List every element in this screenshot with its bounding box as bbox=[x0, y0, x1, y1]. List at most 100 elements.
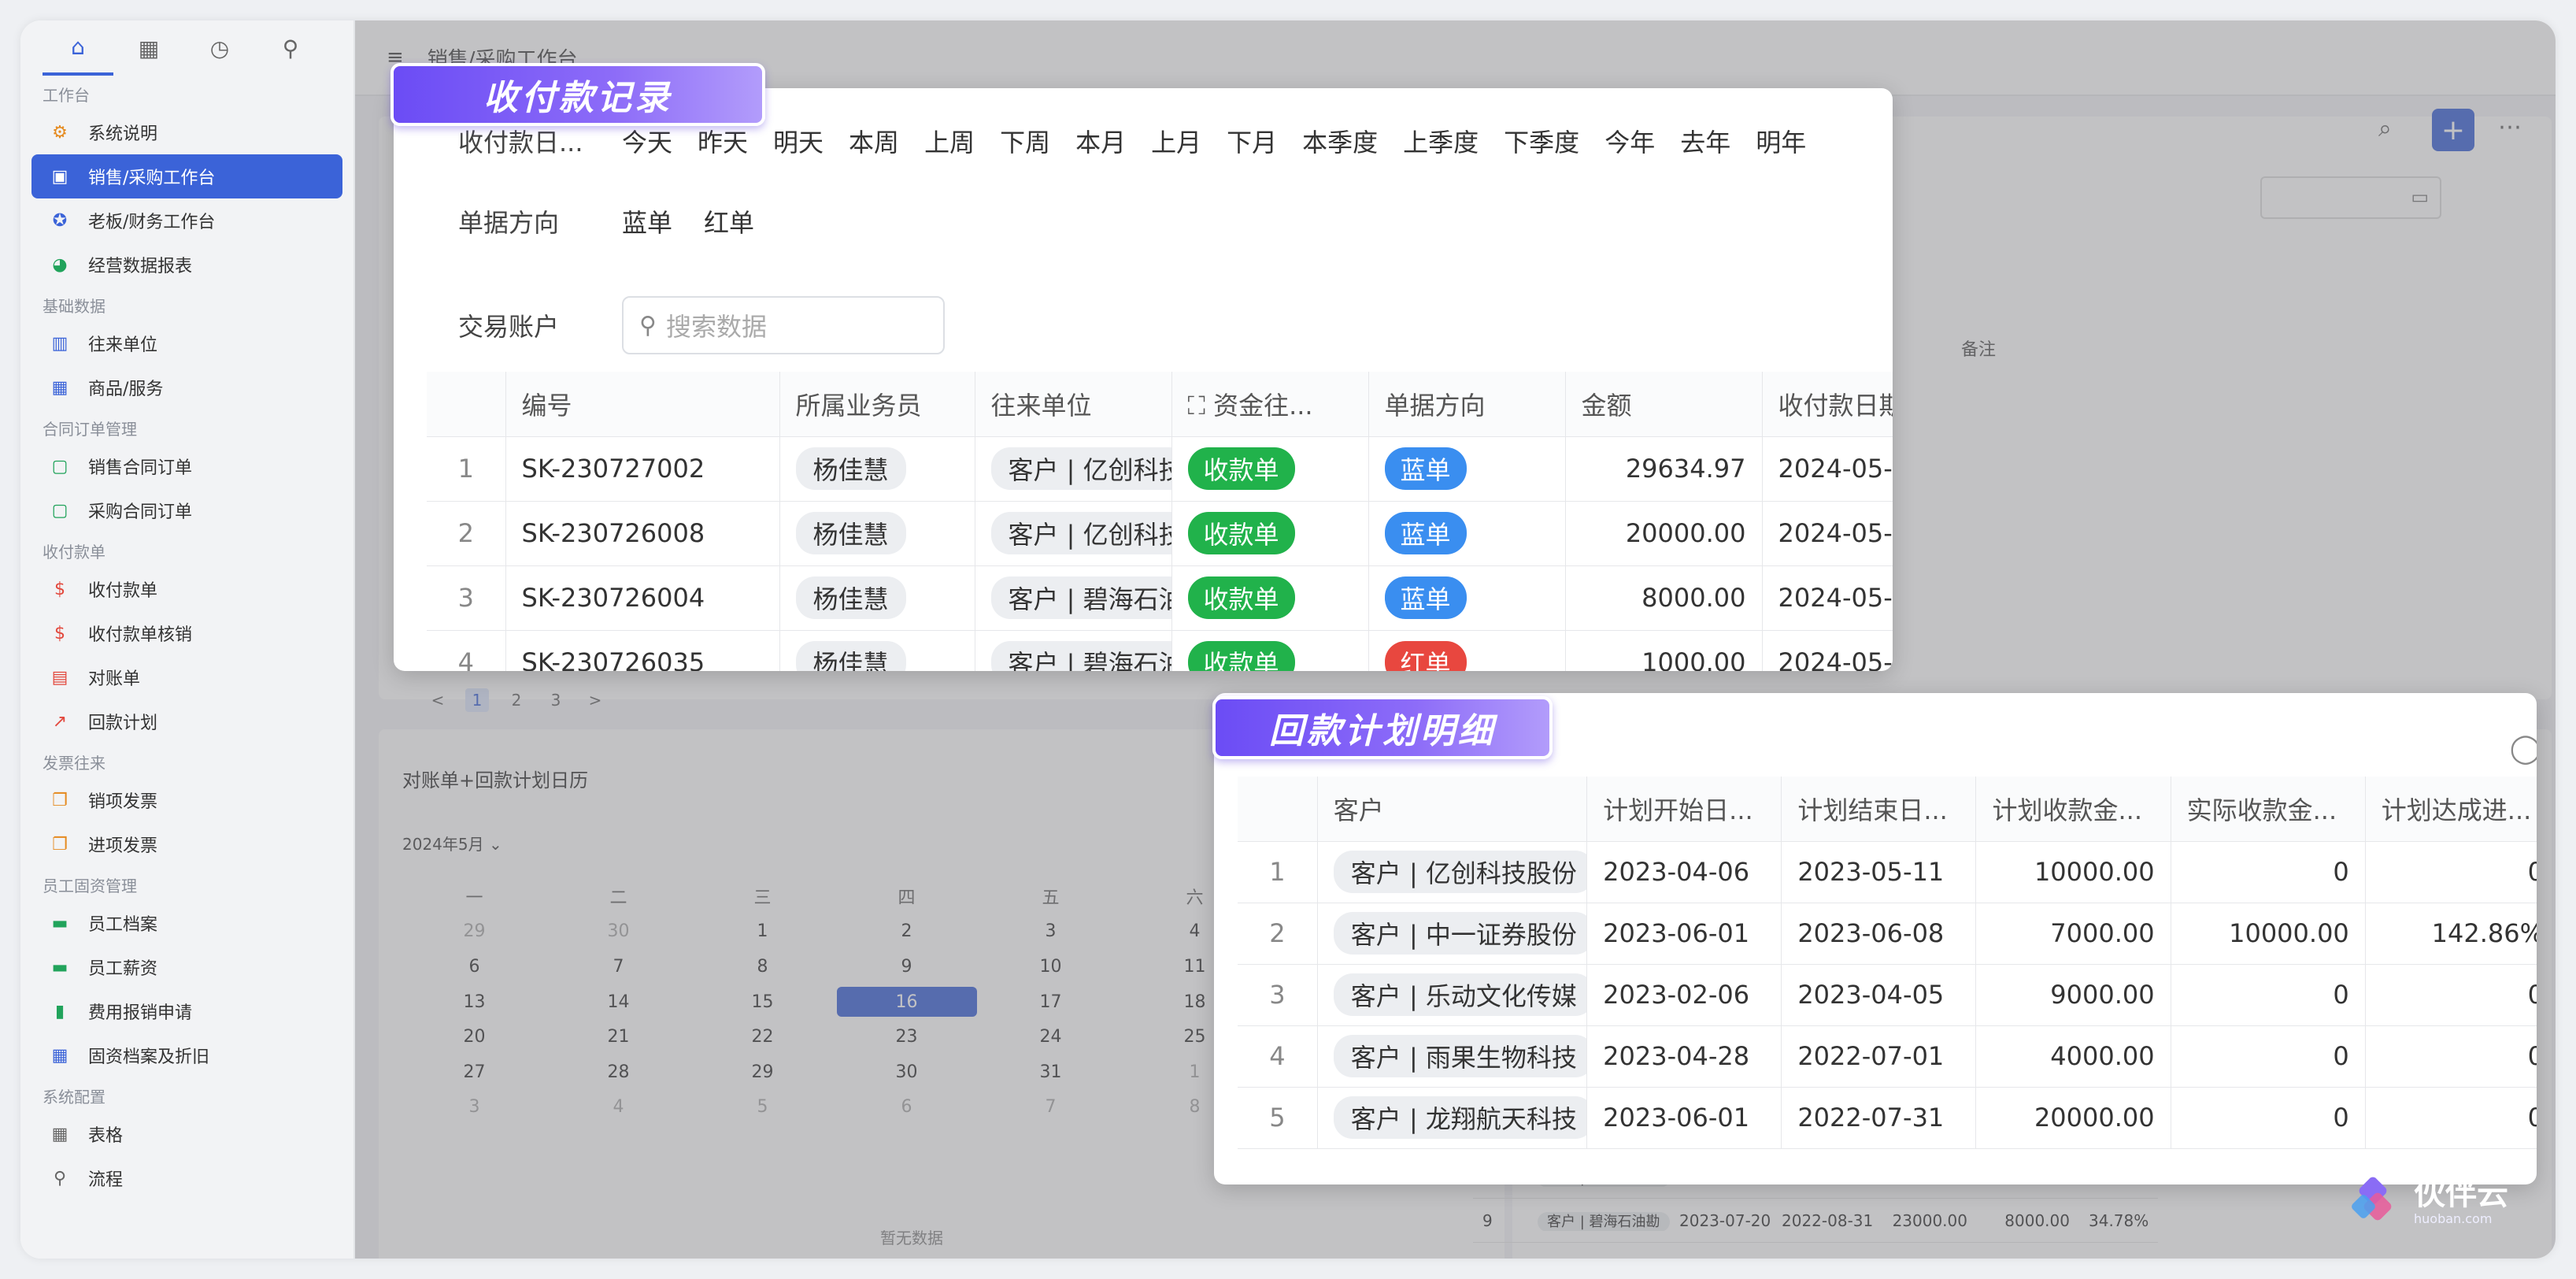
sidebar-item[interactable]: ✪ 老板/财务工作台 bbox=[20, 198, 353, 243]
table-cell: 20000.00 bbox=[1975, 1087, 2171, 1149]
column-header[interactable] bbox=[1238, 777, 1318, 842]
table-cell: 2024-05-16 bbox=[1762, 436, 1893, 502]
table-cell: 客户 | 碧海石油 bbox=[975, 565, 1172, 631]
table-row[interactable]: 2 SK-230726008 杨佳慧 客户 | 亿创科技 收款单 蓝单 20000.00 20… bbox=[427, 501, 1893, 566]
column-header[interactable] bbox=[427, 372, 506, 437]
flow-icon[interactable]: ⚲ bbox=[255, 20, 326, 76]
table-row[interactable]: 1 SK-230727002 杨佳慧 客户 | 亿创科技 收款单 蓝单 29634.97 20… bbox=[427, 436, 1893, 502]
sidebar-item[interactable]: ▣ 销售/采购工作台 bbox=[31, 154, 342, 198]
sidebar-item[interactable]: ▮ 费用报销申请 bbox=[20, 989, 353, 1033]
plan-table: 客户 计划开始日... 计划结束日... 计划收款金... 实际收款金... 计划达成进.… bbox=[1238, 777, 2537, 1149]
column-header[interactable]: 计划开始日... bbox=[1586, 777, 1782, 842]
sidebar-tabs: ⌂ ▦ ◷ ⚲ bbox=[20, 20, 353, 76]
clock-icon[interactable]: ◷ bbox=[184, 20, 255, 76]
sidebar-item[interactable]: $ 收付款单 bbox=[20, 567, 353, 611]
column-header[interactable]: 客户 bbox=[1317, 777, 1588, 842]
sidebar-item[interactable]: ▦ 商品/服务 bbox=[20, 365, 353, 410]
sidebar-item[interactable]: ▤ 对账单 bbox=[20, 655, 353, 699]
table-row[interactable]: 5 客户 | 龙翔航天科技 2023-06-01 2022-07-31 20000.00… bbox=[1238, 1087, 2537, 1149]
sidebar-item[interactable]: $ 收付款单核销 bbox=[20, 611, 353, 655]
grid-icon[interactable]: ▦ bbox=[113, 20, 184, 76]
cell-value: 杨佳慧 bbox=[795, 447, 906, 490]
date-option[interactable]: 今天 bbox=[622, 128, 672, 158]
sidebar-item[interactable]: ❐ 进项发票 bbox=[20, 822, 353, 866]
table-row[interactable]: 2 客户 | 中一证券股份 2023-06-01 2023-06-08 7000.00 1… bbox=[1238, 903, 2537, 965]
sidebar-item[interactable]: ▦ 固资档案及折旧 bbox=[20, 1033, 353, 1077]
column-header[interactable]: 往来单位 bbox=[975, 372, 1172, 437]
column-header-label: 收付款日期 bbox=[1778, 390, 1893, 421]
column-header[interactable]: 金额 bbox=[1565, 372, 1763, 437]
cell-value: 1 bbox=[1269, 857, 1286, 887]
date-option[interactable]: 本月 bbox=[1075, 128, 1126, 158]
sidebar-item[interactable]: ▬ 员工档案 bbox=[20, 901, 353, 945]
column-header[interactable]: 计划收款金... bbox=[1975, 777, 2171, 842]
table-cell: 4 bbox=[1238, 1025, 1318, 1088]
app-frame: ⌂ ▦ ◷ ⚲ 工作台 ⚙ 系统说明 ▣ 销售/采购工作台 ✪ 老板/财务工作台 ◕ 经营数据报… bbox=[20, 20, 2556, 1259]
column-header[interactable]: 单据方向 bbox=[1368, 372, 1566, 437]
sidebar-item[interactable]: ↗ 回款计划 bbox=[20, 699, 353, 743]
cell-value: 1000.00 bbox=[1641, 647, 1746, 671]
date-option[interactable]: 今年 bbox=[1604, 128, 1655, 158]
date-option[interactable]: 下季度 bbox=[1504, 128, 1579, 158]
date-option[interactable]: 下周 bbox=[1000, 128, 1050, 158]
calendar-icon: ▤ bbox=[51, 667, 68, 688]
sidebar-group-title: 基础数据 bbox=[43, 297, 105, 316]
search-icon[interactable]: ◯ bbox=[2510, 732, 2537, 765]
table-cell: 收款单 bbox=[1171, 630, 1369, 671]
sidebar-item[interactable]: ▢ 销售合同订单 bbox=[20, 444, 353, 488]
sidebar-item-label: 老板/财务工作台 bbox=[88, 213, 216, 232]
cell-value: 2023-04-05 bbox=[1797, 980, 1945, 1010]
table-icon: ▦ bbox=[51, 1124, 68, 1144]
date-option[interactable]: 本周 bbox=[849, 128, 899, 158]
sidebar-item[interactable]: ⚙ 系统说明 bbox=[20, 110, 353, 154]
sidebar-item-label: 销项发票 bbox=[88, 792, 158, 812]
table-cell: 0 bbox=[2365, 1025, 2537, 1088]
table-cell: 客户 | 亿创科技股份 bbox=[1317, 841, 1588, 903]
sidebar-item[interactable]: ▦ 表格 bbox=[20, 1112, 353, 1156]
column-header[interactable]: 实际收款金... bbox=[2171, 777, 2366, 842]
date-option[interactable]: 上月 bbox=[1151, 128, 1201, 158]
id-card-icon: ▬ bbox=[51, 913, 68, 933]
date-option[interactable]: 明天 bbox=[773, 128, 824, 158]
table-row[interactable]: 4 SK-230726035 杨佳慧 客户 | 碧海石油 收款单 红单 1000.00 202… bbox=[427, 630, 1893, 671]
sidebar-item[interactable]: ⚲ 流程 bbox=[20, 1156, 353, 1200]
date-option[interactable]: 上周 bbox=[924, 128, 975, 158]
sidebar-item[interactable]: ▢ 采购合同订单 bbox=[20, 488, 353, 532]
option-red[interactable]: 红单 bbox=[704, 203, 754, 239]
column-header[interactable]: 收付款日期 bbox=[1762, 372, 1893, 437]
table-cell: 5 bbox=[1238, 1087, 1318, 1149]
table-cell: 4 bbox=[427, 630, 506, 671]
sidebar-item[interactable]: ▬ 员工薪资 bbox=[20, 945, 353, 989]
cell-value: 0 bbox=[2333, 857, 2349, 887]
table-cell: 1000.00 bbox=[1565, 630, 1763, 671]
date-option[interactable]: 下月 bbox=[1227, 128, 1277, 158]
column-header[interactable]: 编号 bbox=[505, 372, 780, 437]
type-badge: 收款单 bbox=[1187, 641, 1295, 671]
cell-value: 杨佳慧 bbox=[795, 576, 906, 619]
table-row[interactable]: 3 SK-230726004 杨佳慧 客户 | 碧海石油 收款单 蓝单 8000.00 202… bbox=[427, 565, 1893, 631]
direction-filter-label: 单据方向 bbox=[458, 208, 560, 238]
table-row[interactable]: 4 客户 | 雨果生物科技 2023-04-28 2022-07-01 4000.00 0… bbox=[1238, 1025, 2537, 1088]
date-option[interactable]: 去年 bbox=[1680, 128, 1730, 158]
table-row[interactable]: 1 客户 | 亿创科技股份 2023-04-06 2023-05-11 10000.00… bbox=[1238, 841, 2537, 903]
table-row[interactable]: 3 客户 | 乐动文化传媒 2023-02-06 2023-04-05 9000.00 0… bbox=[1238, 964, 2537, 1026]
column-header-label: 所属业务员 bbox=[795, 390, 922, 421]
date-option[interactable]: 明年 bbox=[1756, 128, 1806, 158]
column-header[interactable]: ⛶ 资金往... bbox=[1171, 372, 1369, 437]
column-header-label: 金额 bbox=[1581, 390, 1632, 421]
cell-value: 2023-06-01 bbox=[1603, 918, 1750, 948]
cell-value: 2024-05-16 bbox=[1778, 454, 1893, 484]
sidebar-item[interactable]: ◕ 经营数据报表 bbox=[20, 243, 353, 287]
option-blue[interactable]: 蓝单 bbox=[622, 203, 672, 239]
search-input[interactable]: ⚲ 搜索数据 bbox=[622, 296, 945, 354]
column-header[interactable]: 计划结束日... bbox=[1781, 777, 1977, 842]
column-header[interactable]: 计划达成进... bbox=[2365, 777, 2537, 842]
home-icon[interactable]: ⌂ bbox=[43, 20, 113, 76]
sidebar-item[interactable]: ❐ 销项发票 bbox=[20, 778, 353, 822]
date-option[interactable]: 本季度 bbox=[1302, 128, 1378, 158]
date-option[interactable]: 上季度 bbox=[1403, 128, 1479, 158]
sidebar-item[interactable]: ▥ 往来单位 bbox=[20, 321, 353, 365]
date-option[interactable]: 昨天 bbox=[698, 128, 748, 158]
table-cell: 10000.00 bbox=[1975, 841, 2171, 903]
column-header[interactable]: 所属业务员 bbox=[779, 372, 975, 437]
